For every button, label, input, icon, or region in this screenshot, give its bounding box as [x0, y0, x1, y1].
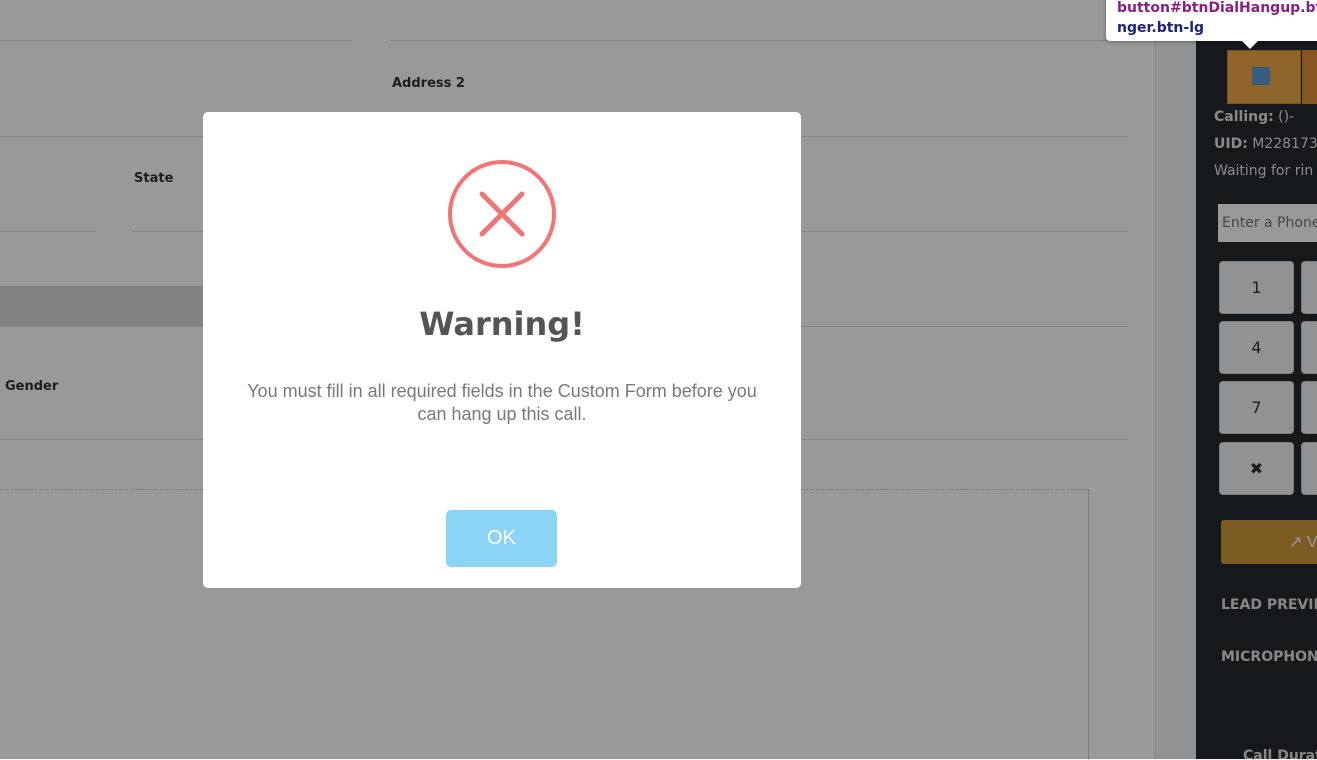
warning-dialog: Warning! You must fill in all required f… — [203, 112, 801, 588]
ok-button[interactable]: OK — [446, 510, 557, 567]
element-inspector-tooltip: button#btnDialHangup.bt nger.btn-lg — [1106, 0, 1317, 41]
error-x-icon — [448, 160, 556, 268]
dialog-message: You must fill in all required fields in … — [247, 381, 757, 424]
tooltip-arrow — [1242, 41, 1258, 49]
page: Address 2 State Gender Calling: ()- UID:… — [0, 0, 1317, 760]
tooltip-selector-line1: button#btnDialHangup.bt — [1117, 0, 1317, 16]
tooltip-selector-line2: nger.btn-lg — [1117, 20, 1205, 36]
dialog-title: Warning! — [419, 305, 585, 343]
